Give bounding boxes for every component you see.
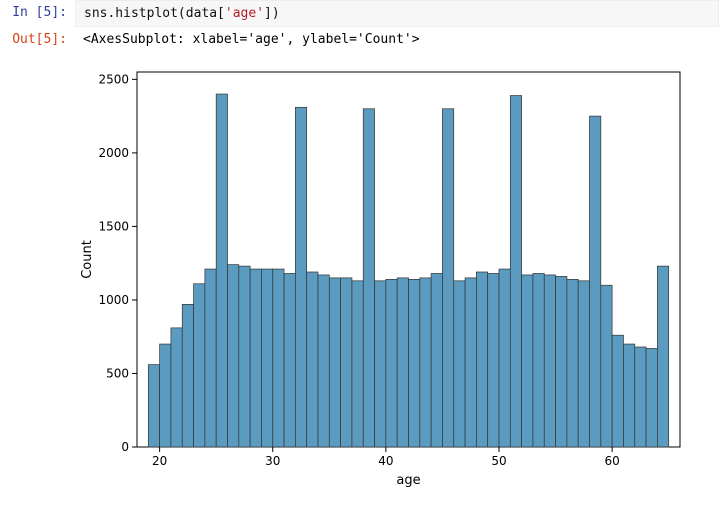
out-prompt: Out[5]: xyxy=(0,27,75,52)
bar xyxy=(295,107,306,447)
bar xyxy=(284,273,295,447)
y-tick-label: 2000 xyxy=(98,146,129,160)
x-tick-label: 60 xyxy=(604,454,619,468)
bar xyxy=(307,272,318,447)
code-input[interactable]: sns.histplot(data['age']) xyxy=(75,0,719,27)
bar xyxy=(228,265,239,447)
bar xyxy=(239,266,250,447)
bar xyxy=(182,304,193,447)
x-tick-label: 40 xyxy=(378,454,393,468)
chart-container: 20 30 40 50 60 0 500 1000 1500 2000 2500 age Count xyxy=(0,52,719,502)
bar xyxy=(601,285,612,447)
bar xyxy=(386,279,397,447)
bar xyxy=(431,273,442,447)
bar xyxy=(623,344,634,447)
input-cell: In [5]: sns.histplot(data['age']) xyxy=(0,0,719,27)
code-prefix: sns.histplot(data[ xyxy=(84,6,225,21)
x-axis-label: age xyxy=(396,473,420,488)
bar xyxy=(567,279,578,447)
bar xyxy=(556,276,567,447)
bar xyxy=(261,269,272,447)
bar xyxy=(171,328,182,447)
bar xyxy=(273,269,284,447)
bar xyxy=(409,279,420,447)
y-tick-label: 0 xyxy=(121,440,129,454)
histogram-chart: 20 30 40 50 60 0 500 1000 1500 2000 2500 age Count xyxy=(75,62,695,502)
bar xyxy=(216,94,227,447)
bar xyxy=(352,281,363,447)
bar xyxy=(160,344,171,447)
bar xyxy=(510,96,521,447)
bar xyxy=(476,272,487,447)
y-tick-label: 2500 xyxy=(98,72,129,86)
x-tick-label: 30 xyxy=(265,454,280,468)
bar xyxy=(363,109,374,447)
y-tick-label: 1000 xyxy=(98,293,129,307)
bar xyxy=(465,278,476,447)
bar xyxy=(194,284,205,447)
bar xyxy=(250,269,261,447)
bar xyxy=(454,281,465,447)
output-cell: Out[5]: <AxesSubplot: xlabel='age', ylab… xyxy=(0,27,719,52)
bar xyxy=(544,275,555,447)
code-suffix: ]) xyxy=(264,6,280,21)
bar xyxy=(657,266,668,447)
bar xyxy=(318,275,329,447)
y-axis-label: Count xyxy=(80,240,95,279)
bar xyxy=(499,269,510,447)
y-tick-label: 1500 xyxy=(98,219,129,233)
x-tick-label: 50 xyxy=(491,454,506,468)
bar xyxy=(375,281,386,447)
code-string: 'age' xyxy=(225,6,264,21)
bar xyxy=(578,281,589,447)
bar xyxy=(522,275,533,447)
bar xyxy=(635,347,646,447)
bar xyxy=(420,278,431,447)
bar xyxy=(488,273,499,447)
y-tick-label: 500 xyxy=(106,366,129,380)
bar xyxy=(205,269,216,447)
bar xyxy=(533,273,544,447)
bar xyxy=(646,348,657,447)
bar xyxy=(442,109,453,447)
bar xyxy=(341,278,352,447)
bar xyxy=(612,335,623,447)
x-tick-label: 20 xyxy=(152,454,167,468)
bar xyxy=(148,365,159,447)
in-prompt: In [5]: xyxy=(0,0,75,27)
bar xyxy=(590,116,601,447)
output-text: <AxesSubplot: xlabel='age', ylabel='Coun… xyxy=(75,27,719,52)
bar xyxy=(397,278,408,447)
bar xyxy=(329,278,340,447)
